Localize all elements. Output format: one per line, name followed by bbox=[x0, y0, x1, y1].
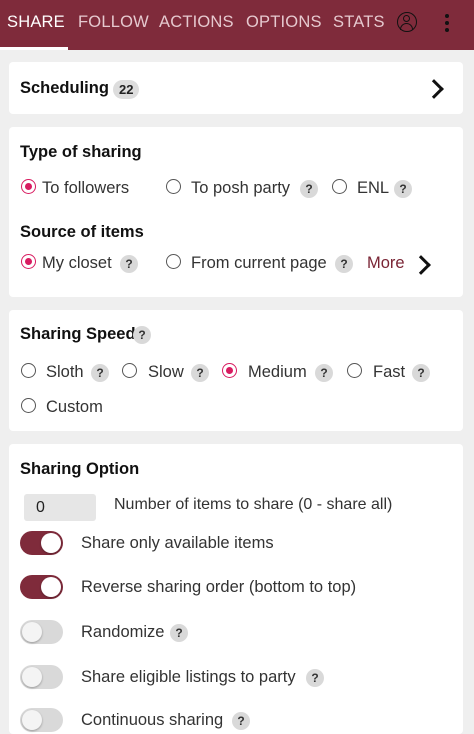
source-of-items-title: Source of items bbox=[20, 223, 144, 241]
help-icon[interactable]: ? bbox=[191, 364, 209, 382]
tab-options[interactable]: OPTIONS bbox=[246, 13, 322, 32]
sharing-option-title: Sharing Option bbox=[20, 460, 140, 478]
toggle-randomize[interactable] bbox=[20, 620, 63, 644]
radio-to-followers[interactable] bbox=[21, 179, 36, 194]
more-sources-link[interactable]: More bbox=[367, 254, 405, 273]
radio-from-current-page[interactable] bbox=[166, 254, 181, 269]
items-count-label: Number of items to share (0 - share all) bbox=[114, 496, 393, 513]
chevron-right-icon[interactable] bbox=[411, 255, 431, 275]
label-speed-slow: Slow bbox=[148, 363, 184, 381]
help-icon[interactable]: ? bbox=[306, 669, 324, 687]
user-icon[interactable] bbox=[397, 12, 417, 32]
help-icon[interactable]: ? bbox=[133, 326, 151, 344]
tab-follow[interactable]: FOLLOW bbox=[78, 13, 149, 32]
radio-speed-fast[interactable] bbox=[347, 363, 362, 378]
toggle-reverse-order[interactable] bbox=[20, 575, 63, 599]
help-icon[interactable]: ? bbox=[170, 624, 188, 642]
tab-actions[interactable]: ACTIONS bbox=[159, 13, 234, 32]
label-to-followers: To followers bbox=[42, 179, 130, 197]
label-share-available: Share only available items bbox=[81, 534, 274, 552]
chevron-right-icon[interactable] bbox=[424, 79, 444, 99]
label-reverse-order: Reverse sharing order (bottom to top) bbox=[81, 578, 357, 596]
radio-my-closet[interactable] bbox=[21, 254, 36, 269]
label-from-current-page: From current page bbox=[191, 254, 327, 272]
help-icon[interactable]: ? bbox=[300, 180, 318, 198]
sharing-type-card: Type of sharing To followers To posh par… bbox=[9, 127, 463, 297]
label-randomize: Randomize bbox=[81, 623, 165, 641]
radio-enl[interactable] bbox=[332, 179, 347, 194]
label-speed-custom: Custom bbox=[46, 398, 103, 416]
radio-speed-slow[interactable] bbox=[122, 363, 137, 378]
label-share-eligible-party: Share eligible listings to party bbox=[81, 668, 296, 686]
label-to-posh-party: To posh party bbox=[191, 179, 291, 197]
items-count-input[interactable] bbox=[24, 494, 96, 521]
radio-speed-custom[interactable] bbox=[21, 398, 36, 413]
type-of-sharing-title: Type of sharing bbox=[20, 143, 142, 161]
sharing-speed-title: Sharing Speed bbox=[20, 325, 136, 343]
radio-to-posh-party[interactable] bbox=[166, 179, 181, 194]
top-nav-bar: SHARE FOLLOW ACTIONS OPTIONS STATS bbox=[0, 0, 474, 50]
sharing-speed-card: Sharing Speed ? Sloth ? Slow ? Medium ? … bbox=[9, 310, 463, 431]
help-icon[interactable]: ? bbox=[412, 364, 430, 382]
label-speed-medium: Medium bbox=[248, 363, 307, 381]
toggle-share-available[interactable] bbox=[20, 531, 63, 555]
more-vertical-icon[interactable] bbox=[444, 14, 450, 36]
toggle-share-eligible-party[interactable] bbox=[20, 665, 63, 689]
help-icon[interactable]: ? bbox=[335, 255, 353, 273]
label-enl: ENL bbox=[357, 179, 390, 197]
label-speed-sloth: Sloth bbox=[46, 363, 84, 381]
tab-share[interactable]: SHARE bbox=[7, 13, 65, 32]
scheduling-title: Scheduling bbox=[20, 79, 109, 97]
help-icon[interactable]: ? bbox=[315, 364, 333, 382]
help-icon[interactable]: ? bbox=[394, 180, 412, 198]
label-my-closet: My closet bbox=[42, 254, 112, 272]
scheduling-count-badge: 22 bbox=[113, 80, 140, 99]
help-icon[interactable]: ? bbox=[91, 364, 109, 382]
tab-stats[interactable]: STATS bbox=[333, 13, 385, 32]
radio-speed-medium[interactable] bbox=[222, 363, 237, 378]
help-icon[interactable]: ? bbox=[120, 255, 138, 273]
scheduling-card[interactable]: Scheduling 22 bbox=[9, 62, 463, 114]
radio-speed-sloth[interactable] bbox=[21, 363, 36, 378]
label-speed-fast: Fast bbox=[373, 363, 406, 381]
label-continuous-sharing: Continuous sharing bbox=[81, 711, 224, 729]
help-icon[interactable]: ? bbox=[232, 712, 250, 730]
active-tab-indicator bbox=[0, 47, 68, 50]
toggle-continuous-sharing[interactable] bbox=[20, 708, 63, 732]
